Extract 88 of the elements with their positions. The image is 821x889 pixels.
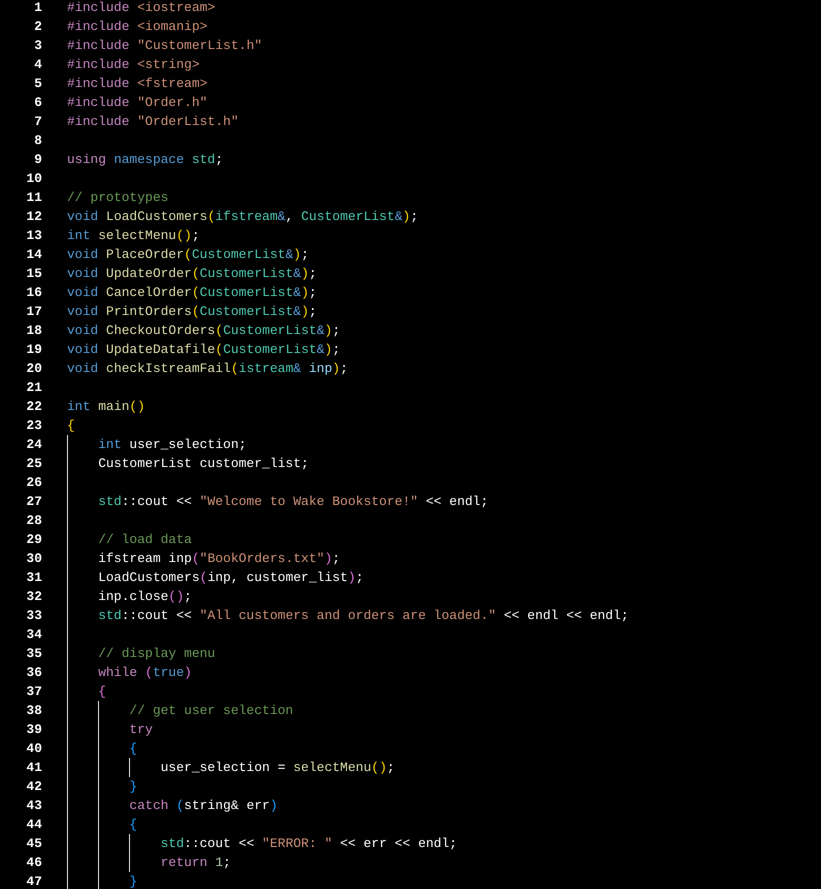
line-number: 34 bbox=[25, 627, 42, 642]
code-line: void LoadCustomers(ifstream&, CustomerList&); bbox=[67, 208, 418, 226]
line-number: 8 bbox=[33, 133, 42, 148]
line-number: 21 bbox=[25, 380, 42, 395]
line-number: 40 bbox=[25, 741, 42, 756]
line-number: 19 bbox=[25, 342, 42, 357]
line-number: 41 bbox=[25, 760, 42, 775]
line-number: 25 bbox=[25, 456, 42, 471]
code-line: void checkIstreamFail(istream& inp); bbox=[67, 360, 348, 378]
line-number: 20 bbox=[25, 361, 42, 376]
code-line: int user_selection; bbox=[97, 436, 246, 454]
code-line: void PrintOrders(CustomerList&); bbox=[67, 303, 317, 321]
code-line: #include "Order.h" bbox=[67, 94, 208, 112]
line-number: 22 bbox=[25, 399, 42, 414]
code-line: user_selection = selectMenu(); bbox=[160, 759, 395, 777]
line-number: 6 bbox=[33, 95, 42, 110]
code-line: // prototypes bbox=[67, 189, 168, 207]
line-number: 30 bbox=[25, 551, 42, 566]
code-line: std::cout << "ERROR: " << err << endl; bbox=[160, 835, 458, 853]
code-line: } bbox=[128, 778, 138, 796]
line-number: 14 bbox=[25, 247, 42, 262]
line-number: 11 bbox=[25, 190, 42, 205]
code-line: LoadCustomers(inp, customer_list); bbox=[97, 569, 364, 587]
line-number: 42 bbox=[25, 779, 42, 794]
line-number: 17 bbox=[25, 304, 42, 319]
line-number: 2 bbox=[33, 19, 42, 34]
code-line: inp.close(); bbox=[97, 588, 192, 606]
code-line: #include <fstream> bbox=[67, 75, 208, 93]
code-line: int selectMenu(); bbox=[67, 227, 200, 245]
line-number: 29 bbox=[25, 532, 42, 547]
code-line: void CheckoutOrders(CustomerList&); bbox=[67, 322, 340, 340]
code-line: catch (string& err) bbox=[128, 797, 278, 815]
code-line: } bbox=[128, 873, 138, 889]
line-number: 4 bbox=[33, 57, 42, 72]
code-line: #include "CustomerList.h" bbox=[67, 37, 262, 55]
line-number: 16 bbox=[25, 285, 42, 300]
code-line: CustomerList customer_list; bbox=[97, 455, 309, 473]
code-line: #include <iomanip> bbox=[67, 18, 208, 36]
line-number: 10 bbox=[25, 171, 42, 186]
code-line: while (true) bbox=[97, 664, 192, 682]
code-line: void PlaceOrder(CustomerList&); bbox=[67, 246, 309, 264]
line-number: 12 bbox=[25, 209, 42, 224]
line-number: 27 bbox=[25, 494, 42, 509]
code-line: // display menu bbox=[97, 645, 216, 663]
code-line: ifstream inp("BookOrders.txt"); bbox=[97, 550, 340, 568]
line-number: 3 bbox=[33, 38, 42, 53]
line-number: 13 bbox=[25, 228, 42, 243]
line-number: 7 bbox=[33, 114, 42, 129]
code-line: #include "OrderList.h" bbox=[67, 113, 239, 131]
code-line: // load data bbox=[97, 531, 192, 549]
code-line: try bbox=[128, 721, 153, 739]
line-number: 9 bbox=[33, 152, 42, 167]
line-number: 46 bbox=[25, 855, 42, 870]
line-number: 33 bbox=[25, 608, 42, 623]
line-number: 31 bbox=[25, 570, 42, 585]
code-line: #include <iostream> bbox=[67, 0, 216, 17]
code-line: std::cout << "All customers and orders are loaded." << endl << endl; bbox=[97, 607, 629, 625]
code-line: void CancelOrder(CustomerList&); bbox=[67, 284, 317, 302]
line-number: 47 bbox=[25, 874, 42, 889]
line-number: 35 bbox=[25, 646, 42, 661]
line-number: 24 bbox=[25, 437, 42, 452]
code-line: { bbox=[97, 683, 106, 701]
line-number: 44 bbox=[25, 817, 42, 832]
line-number: 39 bbox=[25, 722, 42, 737]
line-number: 23 bbox=[25, 418, 42, 433]
code-line: return 1; bbox=[160, 854, 231, 872]
line-number: 38 bbox=[25, 703, 42, 718]
code-line: int main() bbox=[67, 398, 146, 416]
line-number: 45 bbox=[25, 836, 42, 851]
code-line: #include <string> bbox=[67, 56, 200, 74]
line-number: 37 bbox=[25, 684, 42, 699]
line-number: 26 bbox=[25, 475, 42, 490]
code-line: { bbox=[128, 816, 138, 834]
code-line: // get user selection bbox=[128, 702, 294, 720]
line-number: 1 bbox=[33, 0, 42, 15]
line-number: 28 bbox=[25, 513, 42, 528]
line-number: 32 bbox=[25, 589, 42, 604]
line-number: 18 bbox=[25, 323, 42, 338]
line-number: 5 bbox=[33, 76, 42, 91]
line-number: 43 bbox=[25, 798, 42, 813]
line-number: 36 bbox=[25, 665, 42, 680]
line-number: 15 bbox=[25, 266, 42, 281]
code-line: { bbox=[67, 417, 75, 435]
code-line: { bbox=[128, 740, 138, 758]
code-line: void UpdateOrder(CustomerList&); bbox=[67, 265, 317, 283]
code-line: void UpdateDatafile(CustomerList&); bbox=[67, 341, 340, 359]
code-line: std::cout << "Welcome to Wake Bookstore!" << endl; bbox=[97, 493, 488, 511]
code-line: using namespace std; bbox=[67, 151, 224, 169]
